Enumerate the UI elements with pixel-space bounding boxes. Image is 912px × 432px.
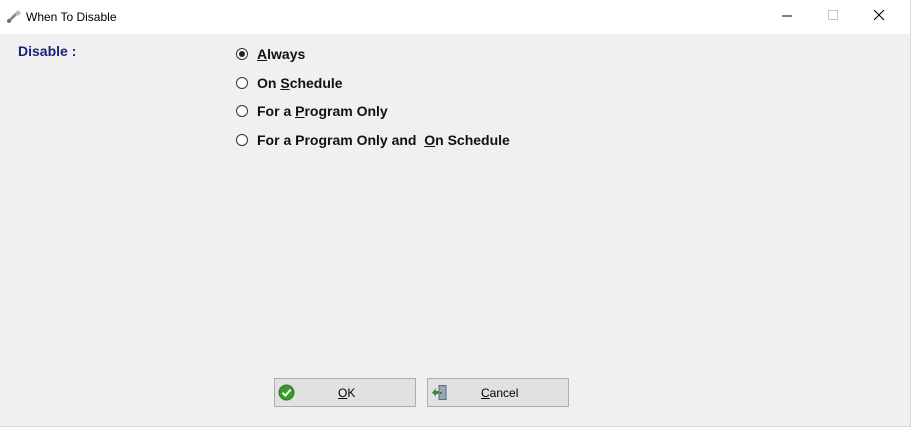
disable-options-group: Always On Schedule For a Program Only Fo… <box>236 40 510 154</box>
dialog-window: When To Disable Disable : Always On Sche… <box>0 0 911 427</box>
window-title: When To Disable <box>26 10 117 24</box>
radio-on-schedule-label[interactable]: On Schedule <box>257 75 343 91</box>
exit-door-icon <box>431 384 448 401</box>
radio-button-icon[interactable] <box>236 133 248 146</box>
radio-program-only-label[interactable]: For a Program Only <box>257 103 388 119</box>
maximize-icon <box>827 8 839 26</box>
title-bar[interactable]: When To Disable <box>0 0 910 34</box>
radio-program-and-schedule[interactable]: For a Program Only and On Schedule <box>236 126 510 155</box>
ok-button[interactable]: OK <box>274 378 416 407</box>
radio-button-icon[interactable] <box>236 48 248 61</box>
disable-label: Disable : <box>18 43 77 59</box>
check-circle-icon <box>278 384 295 401</box>
close-button[interactable] <box>856 0 902 34</box>
radio-button-icon[interactable] <box>236 105 248 118</box>
radio-program-and-schedule-label[interactable]: For a Program Only and On Schedule <box>257 132 510 148</box>
radio-program-only[interactable]: For a Program Only <box>236 97 510 126</box>
maximize-button[interactable] <box>810 0 856 34</box>
ok-button-label: OK <box>338 386 356 400</box>
close-icon <box>873 8 885 26</box>
tool-icon <box>6 10 22 24</box>
radio-always[interactable]: Always <box>236 40 510 69</box>
radio-selected-dot <box>239 51 245 58</box>
minimize-icon <box>781 8 793 26</box>
dialog-body: Disable : Always On Schedule For a Progr… <box>0 34 910 426</box>
cancel-button[interactable]: Cancel <box>427 378 569 407</box>
cancel-button-label: Cancel <box>481 386 519 400</box>
radio-button-icon[interactable] <box>236 76 248 89</box>
minimize-button[interactable] <box>764 0 810 34</box>
radio-on-schedule[interactable]: On Schedule <box>236 69 510 98</box>
radio-always-label[interactable]: Always <box>257 46 305 62</box>
